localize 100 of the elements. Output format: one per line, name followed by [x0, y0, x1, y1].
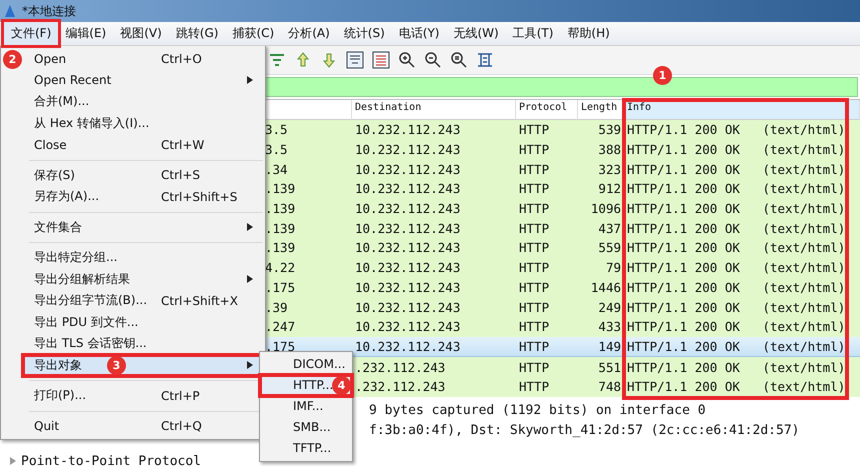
filter-icon[interactable] [268, 51, 286, 69]
table-cell-text: 437 [597, 220, 622, 236]
table-cell-text: .139 [264, 181, 296, 196]
table-cell-text: HTTP [518, 122, 550, 138]
table-cell-text: HTTP [518, 162, 550, 177]
table-cell-text: 149 [597, 338, 622, 354]
table-cell-text: .139 [264, 220, 296, 236]
table-cell-text: HTTP [518, 260, 550, 276]
menu-item[interactable]: 文件(F) [4, 22, 58, 45]
table-cell-text: .34 [264, 162, 289, 177]
column-header[interactable]: Length [578, 100, 624, 120]
table-cell-text: 10.232.112.243 [354, 220, 462, 236]
table-cell-text: HTTP/1.1 200 OK (text/html) [626, 300, 846, 315]
detail-text: 9 bytes captured (1192 bits) on interface 0 [369, 403, 706, 418]
table-cell-text: 559 [597, 240, 622, 256]
table-cell-text: 249 [597, 300, 622, 315]
table-cell-text: HTTP [518, 300, 550, 315]
table-cell-text: 912 [597, 181, 622, 196]
table-cell-text: HTTP [518, 201, 550, 216]
table-cell-text: HTTP/1.1 200 OK (text/html) [626, 142, 846, 158]
table-cell-text: 10.232.112.243 [354, 260, 462, 276]
table-cell-text: HTTP [518, 220, 550, 236]
app-icon [4, 4, 16, 18]
menu-item[interactable]: 合并(M)... [23, 91, 265, 112]
table-cell-text: 10.232.112.243 [354, 338, 462, 354]
table-cell-text: HTTP/1.1 200 OK (text/html) [626, 240, 846, 256]
table-cell-text: 10.232.112.243 [354, 201, 462, 216]
table-cell-text: HTTP/1.1 200 OK (text/html) [626, 360, 846, 375]
table-cell-text: 10.232.112.243 [354, 300, 462, 315]
menu-item[interactable]: 帮助(H) [560, 22, 617, 45]
table-cell-text: HTTP/1.1 200 OK (text/html) [626, 280, 846, 295]
menu-item[interactable]: 统计(S) [336, 22, 392, 45]
menu-item[interactable]: 电话(Y) [392, 22, 446, 45]
table-cell-text: .139 [264, 240, 296, 256]
table-cell-text: HTTP/1.1 200 OK (text/html) [626, 122, 846, 138]
menu-item[interactable]: 工具(T) [506, 22, 560, 45]
table-cell-text: HTTP/1.1 200 OK (text/html) [626, 319, 846, 334]
menu-item[interactable]: 跳转(G) [168, 22, 226, 45]
table-cell-text: 79 [604, 260, 622, 276]
table-cell-text: 10.232.112.243 [354, 162, 462, 177]
table-cell-text: 10.232.112.243 [354, 319, 462, 334]
table-cell-text: 433 [597, 319, 622, 334]
table-cell-text: HTTP/1.1 200 OK (text/html) [626, 201, 846, 216]
expand-arrow-icon[interactable] [10, 457, 16, 466]
table-cell-text: HTTP/1.1 200 OK (text/html) [626, 379, 846, 394]
autoscroll-icon[interactable] [346, 51, 364, 69]
table-cell-text: 1096 [590, 201, 622, 216]
arrow-up-icon[interactable] [294, 51, 312, 69]
table-cell-text: HTTP/1.1 200 OK (text/html) [626, 181, 846, 196]
table-cell-text: HTTP [518, 240, 550, 256]
table-cell-text: HTTP/1.1 200 OK (text/html) [626, 220, 846, 236]
menu-item[interactable]: HTTP... 4 [260, 374, 352, 396]
menu-item[interactable]: 分析(A) [281, 22, 337, 45]
table-cell-text: 10.232.112.243 [354, 122, 462, 138]
menu-item[interactable]: 文件集合 [23, 216, 265, 238]
zoom-out-icon[interactable] [424, 51, 442, 69]
table-cell-text: HTTP [518, 142, 550, 158]
table-cell-text: 551 [597, 360, 622, 375]
menu-item[interactable]: Open Recent [23, 70, 265, 91]
table-cell-text: HTTP [518, 338, 550, 354]
table-cell-text: HTTP [518, 360, 550, 375]
zoom-in-icon[interactable] [398, 51, 416, 69]
arrow-down-icon[interactable] [320, 51, 338, 69]
zoom-reset-icon[interactable] [450, 51, 468, 69]
menu-item[interactable]: TFTP... [260, 438, 352, 458]
column-header[interactable]: Protocol [516, 100, 578, 120]
table-cell-text: HTTP [518, 319, 550, 334]
table-cell-text: HTTP/1.1 200 OK (text/html) [626, 260, 846, 276]
table-cell-text: HTTP [518, 280, 550, 295]
detail-text: f:3b:a0:4f), Dst: Skyworth_41:2d:57 (2c:cc:e6:41:2d:57) [369, 422, 800, 438]
table-cell-text: .175 [264, 338, 296, 354]
table-cell-text: 3.5 [264, 122, 289, 138]
menu-item[interactable]: 无线(W) [446, 22, 506, 45]
colorize-icon[interactable] [372, 51, 390, 69]
table-cell-text: .232.112.243 [354, 379, 446, 394]
table-cell-text: .175 [264, 280, 296, 295]
table-cell-text: .232.112.243 [354, 360, 446, 375]
table-cell-text: HTTP [518, 181, 550, 196]
menu-item[interactable]: 视图(V) [113, 22, 169, 45]
table-cell-text: 748 [597, 379, 622, 394]
table-cell-text: HTTP [518, 379, 550, 394]
window-title: *本地连接 [22, 2, 76, 20]
menu-item[interactable]: IMF... [260, 396, 352, 416]
step-number-badge: 4 [332, 376, 351, 394]
table-cell-text: 10.232.112.243 [354, 240, 462, 256]
column-header[interactable]: Destination [352, 100, 516, 120]
table-cell-text: 323 [597, 162, 622, 177]
menu-item[interactable]: 捕获(C) [225, 22, 282, 45]
step-number-badge: 3 [107, 356, 126, 374]
table-cell-text: 10.232.112.243 [354, 280, 462, 295]
table-cell-text: 388 [597, 142, 622, 158]
resize-columns-icon[interactable] [476, 51, 494, 69]
table-cell-text: HTTP/1.1 200 OK (text/html) [626, 162, 846, 177]
table-cell-text: .139 [264, 201, 296, 216]
menu-item[interactable]: SMB... [260, 416, 352, 438]
table-cell-text: 539 [597, 122, 622, 138]
menu-item[interactable]: 编辑(E) [58, 22, 114, 45]
table-cell-text: .39 [264, 300, 289, 315]
menu-item[interactable]: Open Ctrl+O [23, 48, 265, 70]
table-cell-text: 4.22 [264, 260, 296, 276]
